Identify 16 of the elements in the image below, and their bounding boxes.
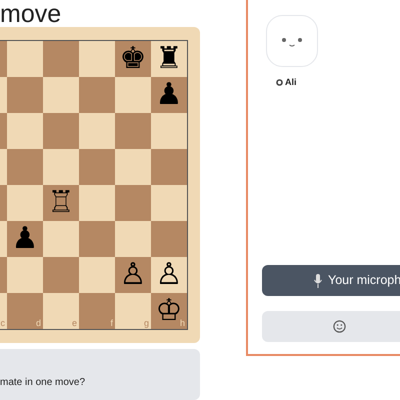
chess-piece[interactable]: ♜ <box>156 44 182 74</box>
file-label: e <box>72 319 77 328</box>
status-ring-icon <box>276 79 283 86</box>
chess-piece[interactable]: ♙ <box>156 260 182 290</box>
file-label: f <box>110 319 113 328</box>
file-label: d <box>36 319 41 328</box>
microphone-icon <box>314 274 322 288</box>
avatar-face-icon <box>266 15 318 67</box>
file-label: g <box>144 319 149 328</box>
smiley-icon <box>333 320 346 333</box>
file-label: h <box>180 319 185 328</box>
page-title: move <box>0 0 62 27</box>
microphone-button[interactable]: Your microph <box>262 265 400 296</box>
question-text: mate in one move? <box>0 376 86 390</box>
file-label: c <box>0 319 5 328</box>
participant-name: Ali <box>285 76 297 89</box>
